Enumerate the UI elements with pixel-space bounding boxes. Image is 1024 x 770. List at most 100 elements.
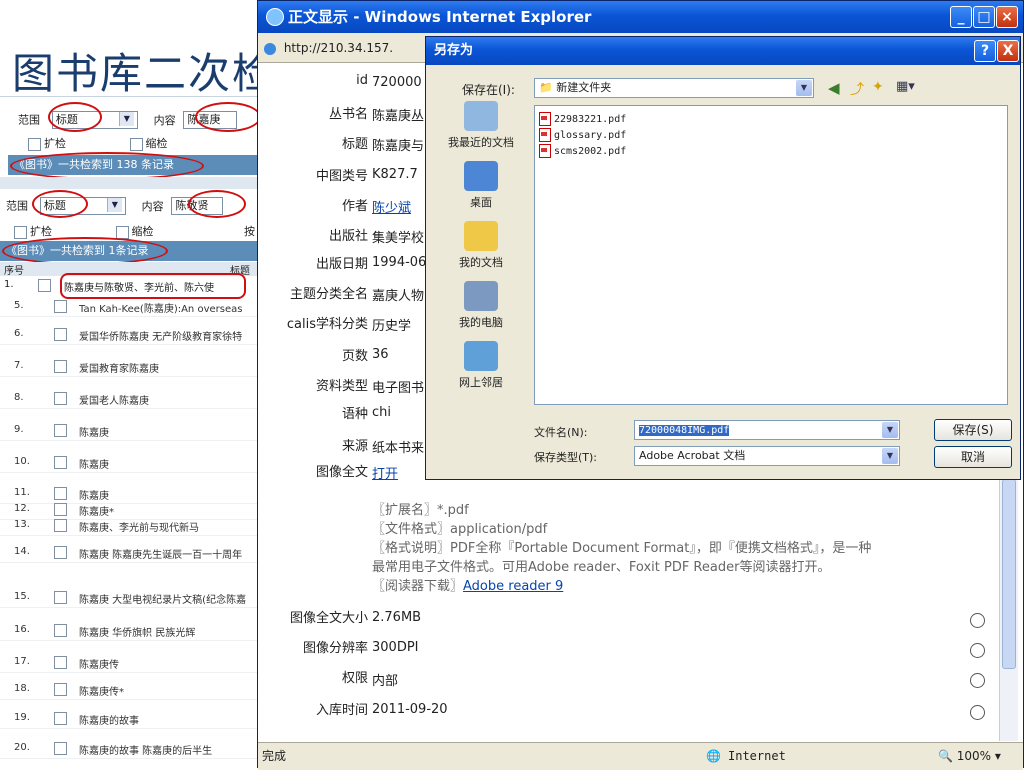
range-label: 范围 [6, 199, 28, 213]
list-item[interactable]: scms2002.pdf [539, 144, 626, 158]
file-list[interactable]: 22983221.pdf glossary.pdf scms2002.pdf [534, 105, 1008, 405]
save-in-label: 保存在(I): [462, 83, 515, 97]
row-checkbox[interactable] [54, 456, 67, 469]
narrow-checkbox[interactable] [115, 225, 129, 239]
new-folder-icon[interactable]: ✦ [872, 79, 884, 95]
row-checkbox[interactable] [54, 591, 67, 604]
recent-docs-icon [464, 101, 498, 131]
cancel-button[interactable]: 取消 [934, 446, 1012, 468]
field-value: 电子图书 [372, 381, 425, 396]
table-row[interactable]: 13. 陈嘉庚、李光前与现代新马 [0, 519, 265, 536]
table-row[interactable]: 15. 陈嘉庚 大型电视纪录片文稿(纪念陈嘉 [0, 591, 265, 608]
field-label: 图像全文大小 [289, 611, 368, 626]
field-value: 2.76MB [372, 610, 422, 625]
table-row[interactable]: 18. 陈嘉庚传* [0, 683, 265, 700]
open-fulltext-link[interactable]: 打开 [372, 467, 398, 482]
dialog-close-button[interactable]: X [997, 40, 1019, 62]
filetype-select[interactable]: Adobe Acrobat 文档 ▼ [634, 446, 900, 466]
field-value: 纸本书来 [372, 441, 425, 456]
help-button[interactable]: ? [974, 40, 996, 62]
row-checkbox[interactable] [54, 392, 67, 405]
expand-checkbox[interactable] [28, 137, 41, 151]
place-desktop[interactable]: 桌面 [436, 161, 526, 210]
row-checkbox[interactable] [54, 712, 67, 725]
row-checkbox[interactable] [54, 487, 67, 500]
table-row[interactable]: 14. 陈嘉庚 陈嘉庚先生诞辰一百一十周年 [0, 546, 265, 563]
slide-title: 图书库二次检 [12, 49, 277, 98]
table-row[interactable]: 10. 陈嘉庚 [0, 456, 265, 473]
field-value: 集美学校 [372, 231, 425, 246]
table-row[interactable]: 9. 陈嘉庚 [0, 424, 265, 441]
row-checkbox[interactable] [54, 742, 67, 755]
scrollbar-thumb[interactable] [1002, 479, 1016, 669]
table-row[interactable]: 17. 陈嘉庚传 [0, 656, 265, 673]
row-checkbox[interactable] [38, 279, 51, 292]
field-radio[interactable] [970, 643, 985, 658]
page-icon [264, 42, 276, 55]
dialog-titlebar: 另存为 ? X [426, 37, 1020, 65]
field-value: 嘉庚人物 [372, 289, 425, 304]
place-my-documents[interactable]: 我的文档 [436, 221, 526, 270]
place-my-computer[interactable]: 我的电脑 [436, 281, 526, 330]
save-button[interactable]: 保存(S) [934, 419, 1012, 441]
narrow-checkbox[interactable] [129, 137, 143, 151]
field-value: 内部 [372, 674, 399, 689]
view-menu-icon[interactable]: ▦▾ [896, 79, 915, 94]
field-value: 1994-06 [372, 255, 427, 270]
up-folder-icon[interactable]: ⤴ [850, 79, 864, 99]
format-info: 〖扩展名〗*.pdf 〖文件格式〗application/pdf 〖格式说明〗P… [372, 503, 872, 594]
table-row[interactable]: 5. Tan Kah-Kee(陈嘉庚):An overseas [0, 300, 265, 317]
row-checkbox[interactable] [54, 519, 67, 532]
table-row[interactable]: 16. 陈嘉庚 华侨旗帜 民族光辉 [0, 624, 265, 641]
chevron-down-icon: ▼ [796, 80, 812, 96]
pdf-icon [539, 144, 551, 158]
row-checkbox[interactable] [54, 424, 67, 437]
second-search: 范围 标题 ▼ 内容 陈敬贤 扩检 缩检 按 《图书》一共检索到 1条记录 序号 … [0, 189, 265, 379]
field-value: K827.7 [372, 167, 418, 182]
row-checkbox[interactable] [54, 300, 67, 313]
table-row[interactable]: 12. 陈嘉庚* [0, 503, 265, 520]
save-in-select[interactable]: 📁 新建文件夹 ▼ [534, 78, 814, 98]
table-row[interactable]: 6. 爱国华侨陈嘉庚 无产阶级教育家徐特 [0, 328, 265, 345]
table-row[interactable]: 7. 爱国教育家陈嘉庚 [0, 360, 265, 377]
expand-checkbox[interactable] [14, 225, 27, 239]
adobe-reader-link[interactable]: Adobe reader 9 [463, 579, 563, 594]
field-value[interactable]: 打开 [372, 463, 398, 482]
table-row[interactable]: 20. 陈嘉庚的故事 陈嘉庚的后半生 [0, 742, 265, 759]
field-label: 主题分类全名 [289, 287, 368, 302]
scrollbar[interactable] [999, 479, 1018, 741]
field-label: 来源 [341, 439, 368, 454]
table-row[interactable]: 19. 陈嘉庚的故事 [0, 712, 265, 729]
row-checkbox[interactable] [54, 656, 67, 669]
list-item[interactable]: glossary.pdf [539, 128, 626, 142]
field-radio[interactable] [970, 613, 985, 628]
row-checkbox[interactable] [54, 624, 67, 637]
zoom-control[interactable]: 🔍 100% ▾ [938, 743, 1001, 769]
minimize-button[interactable]: _ [950, 6, 972, 28]
row-checkbox[interactable] [54, 546, 67, 559]
author-link[interactable]: 陈少斌 [372, 201, 411, 216]
field-label: 图像分辨率 [302, 641, 368, 656]
maximize-button[interactable]: □ [973, 6, 995, 28]
field-value: 36 [372, 347, 389, 362]
row-checkbox[interactable] [54, 503, 67, 516]
highlight-oval [48, 102, 102, 132]
list-item[interactable]: 22983221.pdf [539, 112, 626, 126]
close-button[interactable]: × [996, 6, 1018, 28]
row-checkbox[interactable] [54, 360, 67, 373]
row-checkbox[interactable] [54, 328, 67, 341]
table-row[interactable]: 11. 陈嘉庚 [0, 487, 265, 504]
field-value[interactable]: 陈少斌 [372, 197, 411, 216]
table-row[interactable]: 8. 爱国老人陈嘉庚 [0, 392, 265, 409]
field-radio[interactable] [970, 705, 985, 720]
place-recent[interactable]: 我最近的文档 [436, 101, 526, 150]
field-radio[interactable] [970, 673, 985, 688]
field-value: 720000 [372, 75, 422, 90]
row-checkbox[interactable] [54, 683, 67, 696]
filename-input[interactable]: 72000048IMG.pdf ▼ [634, 420, 900, 440]
place-network[interactable]: 网上邻居 [436, 341, 526, 390]
back-icon[interactable]: ◀ [828, 79, 840, 97]
filename-label: 文件名(N): [534, 426, 588, 439]
field-label: 页数 [341, 349, 368, 364]
highlight-oval [32, 190, 88, 218]
